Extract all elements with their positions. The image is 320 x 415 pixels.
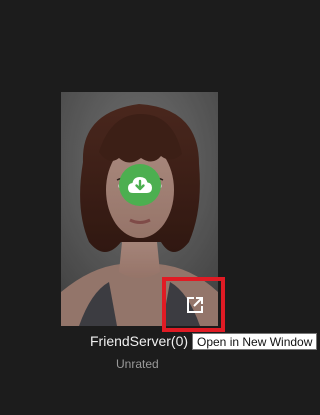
- tooltip: Open in New Window: [192, 333, 318, 350]
- item-title[interactable]: FriendServer(0): [90, 333, 188, 349]
- rating-label: Unrated: [116, 357, 159, 371]
- open-in-new-window-icon: [187, 297, 203, 313]
- cloud-download-icon: [128, 177, 152, 193]
- media-card-view: FriendServer(0) Open in New Window Unrat…: [0, 0, 318, 415]
- download-button[interactable]: [119, 164, 161, 206]
- thumbnail[interactable]: [61, 92, 218, 326]
